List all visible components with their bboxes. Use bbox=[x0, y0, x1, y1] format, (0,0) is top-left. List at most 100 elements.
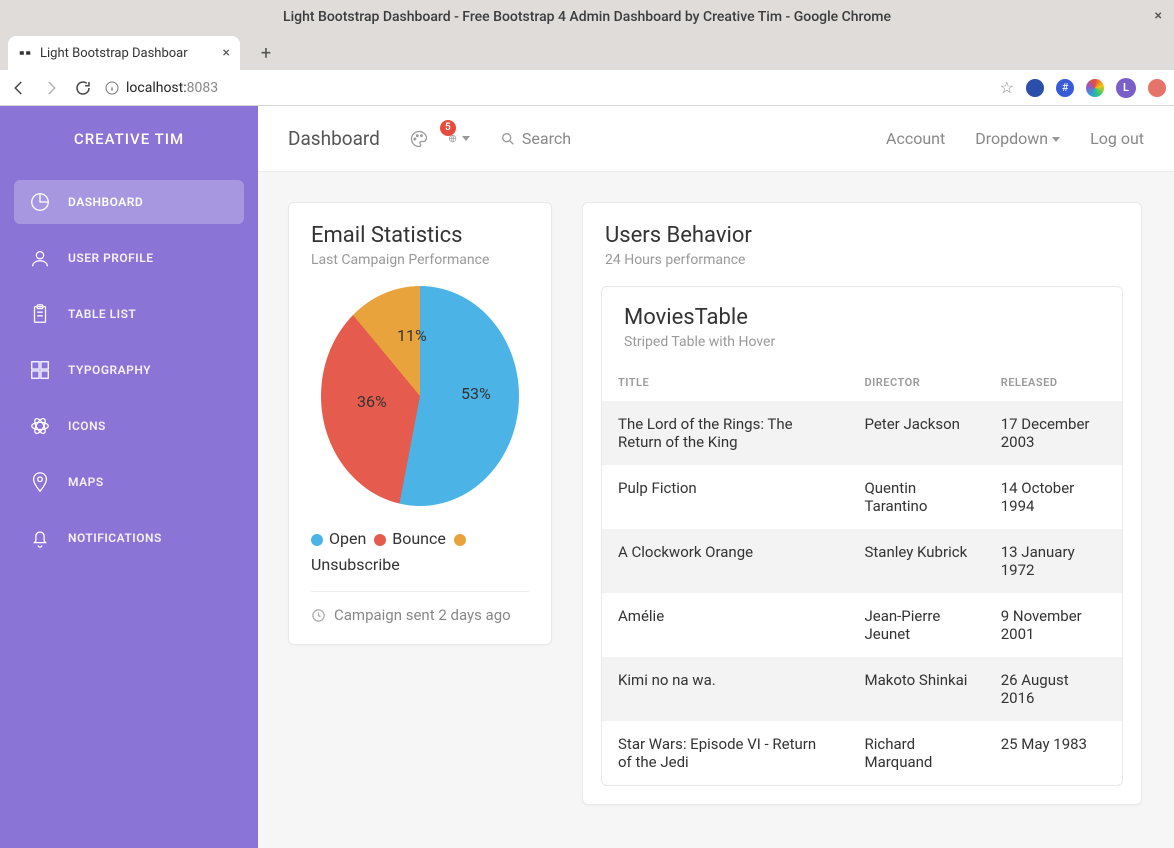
brand-title[interactable]: CREATIVE TIM bbox=[0, 106, 258, 172]
sidebar-item-maps[interactable]: MAPS bbox=[14, 460, 244, 504]
chevron-down-icon bbox=[462, 136, 470, 141]
extension-icon-3[interactable] bbox=[1086, 79, 1104, 97]
bell-icon bbox=[28, 526, 52, 550]
card-subtitle: Last Campaign Performance bbox=[311, 252, 529, 268]
window-titlebar: Light Bootstrap Dashboard - Free Bootstr… bbox=[0, 0, 1174, 34]
pie-label-open: 53% bbox=[461, 384, 491, 403]
dropdown-menu[interactable]: Dropdown bbox=[975, 129, 1060, 148]
cell-director: Richard Marquand bbox=[848, 721, 984, 785]
user-icon bbox=[28, 246, 52, 270]
search-icon bbox=[500, 131, 516, 147]
palette-icon[interactable] bbox=[408, 128, 430, 150]
sidebar-item-dashboard[interactable]: DASHBOARD bbox=[14, 180, 244, 224]
cell-title: Pulp Fiction bbox=[602, 465, 848, 529]
col-released: RELEASED bbox=[985, 364, 1122, 401]
topbar: Dashboard 5 Search Account Dropdown bbox=[258, 106, 1174, 172]
sidebar-item-user-profile[interactable]: USER PROFILE bbox=[14, 236, 244, 280]
tab-close-button[interactable]: × bbox=[217, 45, 230, 61]
pie-label-unsubscribe: 11% bbox=[397, 326, 427, 345]
window-title: Light Bootstrap Dashboard - Free Bootstr… bbox=[283, 9, 891, 25]
extension-icon-2[interactable]: # bbox=[1056, 79, 1074, 97]
sidebar-item-label: MAPS bbox=[68, 475, 104, 489]
cell-title: Amélie bbox=[602, 593, 848, 657]
clock-icon bbox=[311, 608, 326, 623]
toolbar-right: ☆ # L bbox=[1000, 78, 1166, 98]
legend-dot-unsubscribe bbox=[454, 534, 466, 546]
sidebar-item-label: USER PROFILE bbox=[68, 251, 153, 265]
logout-link[interactable]: Log out bbox=[1090, 129, 1144, 148]
sidebar-item-label: DASHBOARD bbox=[68, 195, 143, 209]
table-row[interactable]: The Lord of the Rings: The Return of the… bbox=[602, 401, 1122, 465]
page-title: Dashboard bbox=[288, 127, 380, 150]
table-title: MoviesTable bbox=[624, 305, 1100, 330]
reload-button[interactable] bbox=[72, 77, 94, 99]
card-title: Email Statistics bbox=[311, 223, 529, 248]
sidebar-item-table-list[interactable]: TABLE LIST bbox=[14, 292, 244, 336]
address-bar[interactable]: localhost:8083 bbox=[104, 80, 990, 96]
table-row[interactable]: Pulp FictionQuentin Tarantino14 October … bbox=[602, 465, 1122, 529]
back-button[interactable] bbox=[8, 77, 30, 99]
movies-table-card: MoviesTable Striped Table with Hover TIT… bbox=[601, 286, 1123, 786]
tab-favicon-icon bbox=[18, 46, 32, 60]
atom-icon bbox=[28, 414, 52, 438]
sidebar-item-notifications[interactable]: NOTIFICATIONS bbox=[14, 516, 244, 560]
cell-director: Stanley Kubrick bbox=[848, 529, 984, 593]
cell-released: 13 January 1972 bbox=[985, 529, 1122, 593]
window-close-button[interactable]: × bbox=[1155, 8, 1162, 24]
card-footer: Campaign sent 2 days ago bbox=[311, 591, 529, 624]
movies-table: TITLE DIRECTOR RELEASED The Lord of the … bbox=[602, 364, 1122, 785]
cell-title: The Lord of the Rings: The Return of the… bbox=[602, 401, 848, 465]
cell-title: Star Wars: Episode VI - Return of the Je… bbox=[602, 721, 848, 785]
sidebar-item-label: NOTIFICATIONS bbox=[68, 531, 162, 545]
sidebar-item-label: ICONS bbox=[68, 419, 106, 433]
search-input[interactable]: Search bbox=[500, 129, 571, 148]
notification-badge: 5 bbox=[440, 120, 456, 136]
pin-icon bbox=[28, 470, 52, 494]
table-subtitle: Striped Table with Hover bbox=[624, 334, 1100, 350]
cell-released: 26 August 2016 bbox=[985, 657, 1122, 721]
card-title: Users Behavior bbox=[605, 223, 1119, 248]
account-link[interactable]: Account bbox=[886, 129, 945, 148]
sidebar: CREATIVE TIM DASHBOARD USER PROFILE TABL… bbox=[0, 106, 258, 848]
legend-dot-open bbox=[311, 534, 323, 546]
sidebar-nav: DASHBOARD USER PROFILE TABLE LIST TYPOGR… bbox=[0, 172, 258, 568]
sidebar-item-label: TYPOGRAPHY bbox=[68, 363, 151, 377]
search-placeholder: Search bbox=[522, 129, 571, 148]
legend-dot-bounce bbox=[374, 534, 386, 546]
users-behavior-card: Users Behavior 24 Hours performance Movi… bbox=[582, 202, 1142, 805]
sidebar-item-label: TABLE LIST bbox=[68, 307, 136, 321]
forward-button[interactable] bbox=[40, 77, 62, 99]
pie-label-bounce: 36% bbox=[357, 392, 387, 411]
pie-chart: 53% 36% 11% bbox=[321, 286, 519, 506]
typography-icon bbox=[28, 358, 52, 382]
bookmark-star-icon[interactable]: ☆ bbox=[1000, 78, 1014, 97]
main-content: Dashboard 5 Search Account Dropdown bbox=[258, 106, 1174, 848]
globe-icon[interactable]: 5 bbox=[448, 128, 470, 150]
extension-icon-1[interactable] bbox=[1026, 79, 1044, 97]
col-director: DIRECTOR bbox=[848, 364, 984, 401]
extension-icon-4[interactable] bbox=[1148, 79, 1166, 97]
cell-released: 9 November 2001 bbox=[985, 593, 1122, 657]
browser-tab[interactable]: Light Bootstrap Dashboar × bbox=[8, 36, 240, 70]
cell-released: 25 May 1983 bbox=[985, 721, 1122, 785]
tab-strip: Light Bootstrap Dashboar × + bbox=[0, 34, 1174, 70]
table-row[interactable]: Kimi no na wa.Makoto Shinkai26 August 20… bbox=[602, 657, 1122, 721]
cell-director: Peter Jackson bbox=[848, 401, 984, 465]
sidebar-item-icons[interactable]: ICONS bbox=[14, 404, 244, 448]
card-subtitle: 24 Hours performance bbox=[605, 252, 1119, 268]
browser-toolbar: localhost:8083 ☆ # L bbox=[0, 70, 1174, 106]
table-row[interactable]: AmélieJean-Pierre Jeunet9 November 2001 bbox=[602, 593, 1122, 657]
chevron-down-icon bbox=[1052, 137, 1060, 142]
table-row[interactable]: A Clockwork OrangeStanley Kubrick13 Janu… bbox=[602, 529, 1122, 593]
cell-director: Makoto Shinkai bbox=[848, 657, 984, 721]
cell-director: Quentin Tarantino bbox=[848, 465, 984, 529]
cell-director: Jean-Pierre Jeunet bbox=[848, 593, 984, 657]
new-tab-button[interactable]: + bbox=[252, 39, 280, 67]
profile-avatar[interactable]: L bbox=[1116, 78, 1136, 98]
site-info-icon bbox=[104, 80, 120, 96]
pie-chart-icon bbox=[28, 190, 52, 214]
table-row[interactable]: Star Wars: Episode VI - Return of the Je… bbox=[602, 721, 1122, 785]
cell-released: 14 October 1994 bbox=[985, 465, 1122, 529]
sidebar-item-typography[interactable]: TYPOGRAPHY bbox=[14, 348, 244, 392]
cell-title: A Clockwork Orange bbox=[602, 529, 848, 593]
